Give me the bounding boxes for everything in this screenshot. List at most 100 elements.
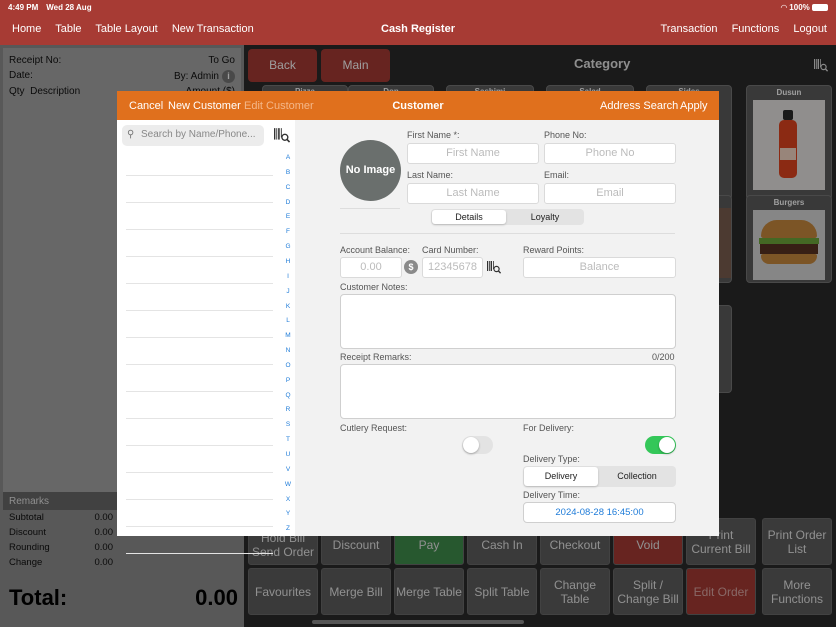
- top-bar: 4:49 PM Wed 28 Aug ◠ 100% Home Table Tabl…: [0, 0, 836, 45]
- toggle-knob: [659, 437, 675, 453]
- toggle-knob: [463, 437, 479, 453]
- customer-notes-label: Customer Notes:: [340, 282, 408, 292]
- list-item-divider: [126, 418, 273, 419]
- account-balance-field[interactable]: 0.00: [340, 257, 402, 278]
- alphabet-letter-n[interactable]: N: [283, 347, 293, 354]
- barcode-scan-icon[interactable]: [487, 260, 501, 274]
- apply-button[interactable]: Apply: [680, 100, 708, 112]
- first-name-label: First Name *:: [407, 130, 460, 140]
- email-label: Email:: [544, 170, 570, 180]
- alphabet-letter-w[interactable]: W: [283, 481, 293, 488]
- alphabet-letter-e[interactable]: E: [283, 213, 293, 220]
- list-item-divider: [126, 283, 273, 284]
- cutlery-request-label: Cutlery Request:: [340, 423, 408, 433]
- customer-search-input[interactable]: ⚲ Search by Name/Phone...: [122, 125, 264, 146]
- card-number-field[interactable]: 12345678: [422, 257, 483, 278]
- list-item-divider: [126, 526, 273, 527]
- alphabet-letter-r[interactable]: R: [283, 406, 293, 413]
- tab-details[interactable]: Details: [432, 210, 506, 224]
- alphabet-letter-l[interactable]: L: [283, 317, 293, 324]
- for-delivery-label: For Delivery:: [523, 423, 575, 433]
- wifi-icon: ◠: [780, 3, 788, 12]
- divider: [340, 233, 675, 234]
- nav-transaction[interactable]: Transaction: [660, 23, 717, 35]
- delivery-time-label: Delivery Time:: [523, 490, 581, 500]
- list-item-divider: [126, 445, 273, 446]
- alphabet-letter-v[interactable]: V: [283, 466, 293, 473]
- alphabet-letter-j[interactable]: J: [283, 288, 293, 295]
- list-item-divider: [126, 229, 273, 230]
- detail-tabs: Details Loyalty: [431, 209, 584, 225]
- list-item-divider: [126, 391, 273, 392]
- status-date: Wed 28 Aug: [46, 3, 92, 12]
- phone-label: Phone No:: [544, 130, 587, 140]
- alphabet-letter-x[interactable]: X: [283, 496, 293, 503]
- alphabet-letter-a[interactable]: A: [283, 154, 293, 161]
- list-item-divider: [126, 337, 273, 338]
- alphabet-letter-g[interactable]: G: [283, 243, 293, 250]
- delivery-type-label: Delivery Type:: [523, 454, 580, 464]
- alphabet-letter-u[interactable]: U: [283, 451, 293, 458]
- first-name-field[interactable]: First Name: [407, 143, 539, 164]
- address-search-button[interactable]: Address Search: [600, 100, 678, 112]
- customer-modal: Cancel New Customer Edit Customer Custom…: [117, 91, 719, 554]
- delivery-option[interactable]: Delivery: [524, 467, 598, 486]
- reward-points-field[interactable]: Balance: [523, 257, 676, 278]
- modal-header: Cancel New Customer Edit Customer Custom…: [117, 91, 719, 120]
- battery-icon: [812, 4, 828, 12]
- alphabet-letter-d[interactable]: D: [283, 199, 293, 206]
- receipt-remarks-label: Receipt Remarks:: [340, 352, 412, 362]
- list-item-divider: [126, 364, 273, 365]
- last-name-label: Last Name:: [407, 170, 454, 180]
- nav-functions[interactable]: Functions: [732, 23, 780, 35]
- alphabet-letter-h[interactable]: H: [283, 258, 293, 265]
- nav-bar: Home Table Table Layout New Transaction …: [0, 23, 836, 39]
- alphabet-letter-b[interactable]: B: [283, 169, 293, 176]
- alphabet-letter-t[interactable]: T: [283, 436, 293, 443]
- divider: [340, 208, 400, 209]
- delivery-type-segmented: Delivery Collection: [523, 466, 676, 487]
- collection-option[interactable]: Collection: [599, 467, 675, 486]
- alphabet-letter-p[interactable]: P: [283, 377, 293, 384]
- list-item-divider: [126, 256, 273, 257]
- status-bar: 4:49 PM Wed 28 Aug ◠ 100%: [8, 3, 828, 15]
- receipt-remarks-count: 0/200: [652, 352, 675, 362]
- tab-loyalty[interactable]: Loyalty: [507, 210, 583, 224]
- alphabet-letter-z[interactable]: Z: [283, 525, 293, 532]
- customer-notes-input[interactable]: [340, 294, 676, 349]
- list-item-divider: [126, 310, 273, 311]
- alphabet-letter-f[interactable]: F: [283, 228, 293, 235]
- alphabet-letter-y[interactable]: Y: [283, 510, 293, 517]
- list-item-divider: [126, 472, 273, 473]
- account-balance-label: Account Balance:: [340, 245, 411, 255]
- home-indicator: [312, 620, 524, 624]
- barcode-scan-icon[interactable]: [274, 127, 290, 143]
- alphabet-letter-o[interactable]: O: [283, 362, 293, 369]
- receipt-remarks-input[interactable]: [340, 364, 676, 419]
- alphabet-letter-s[interactable]: S: [283, 421, 293, 428]
- alphabet-letter-q[interactable]: Q: [283, 392, 293, 399]
- delivery-toggle[interactable]: [645, 436, 676, 454]
- search-icon: ⚲: [127, 129, 135, 140]
- status-time: 4:49 PM: [8, 3, 39, 12]
- avatar-placeholder[interactable]: No Image: [340, 140, 401, 201]
- customer-list-pane: ⚲ Search by Name/Phone... A B C DE F G H I J KL M N…: [117, 120, 295, 554]
- card-number-label: Card Number:: [422, 245, 479, 255]
- cutlery-toggle[interactable]: [462, 436, 493, 454]
- phone-field[interactable]: Phone No: [544, 143, 676, 164]
- last-name-field[interactable]: Last Name: [407, 183, 539, 204]
- list-item-divider: [126, 553, 273, 554]
- battery-percent: 100%: [789, 3, 810, 12]
- alphabet-letter-m[interactable]: M: [283, 332, 293, 339]
- alphabet-letter-k[interactable]: K: [283, 303, 293, 310]
- alphabet-letter-i[interactable]: I: [283, 273, 293, 280]
- email-field[interactable]: Email: [544, 183, 676, 204]
- list-item-divider: [126, 499, 273, 500]
- delivery-time-picker[interactable]: 2024-08-28 16:45:00: [523, 502, 676, 523]
- alphabet-letter-c[interactable]: C: [283, 184, 293, 191]
- list-item-divider: [126, 202, 273, 203]
- reward-points-label: Reward Points:: [523, 245, 585, 255]
- customer-detail-pane: No Image First Name *: First Name Phone …: [295, 120, 719, 536]
- dollar-icon[interactable]: $: [404, 260, 418, 274]
- nav-logout[interactable]: Logout: [793, 23, 827, 35]
